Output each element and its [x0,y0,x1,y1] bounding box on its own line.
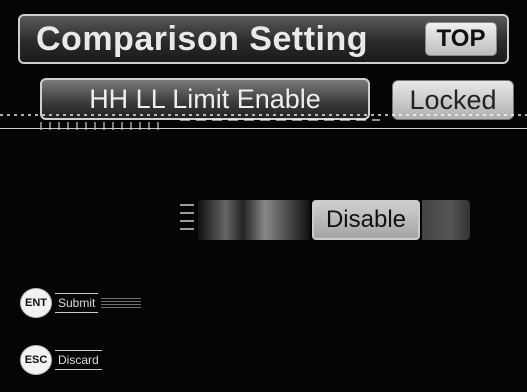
disable-option-button[interactable]: Disable [312,200,420,240]
page-title: Comparison Setting [36,20,369,58]
toggle-right-segment[interactable] [422,200,470,240]
hh-ll-limit-enable-button[interactable]: HH LL Limit Enable [40,78,370,120]
locked-button[interactable]: Locked [392,80,514,120]
enter-key-trail [101,298,142,308]
escape-key-hint[interactable]: ESC Discard [20,345,102,375]
top-button[interactable]: TOP [425,22,497,56]
escape-key-icon: ESC [20,345,52,375]
escape-key-label: Discard [55,350,102,370]
enter-key-hint[interactable]: ENT Submit [20,288,142,318]
toggle-left-segment[interactable] [180,200,310,240]
enter-key-label: Submit [55,293,99,313]
comparison-setting-screen: Comparison Setting TOP HH LL Limit Enabl… [0,0,527,392]
header-bar: Comparison Setting TOP [18,14,509,64]
enter-key-icon: ENT [20,288,52,318]
enable-disable-toggle[interactable]: Disable [180,198,472,246]
